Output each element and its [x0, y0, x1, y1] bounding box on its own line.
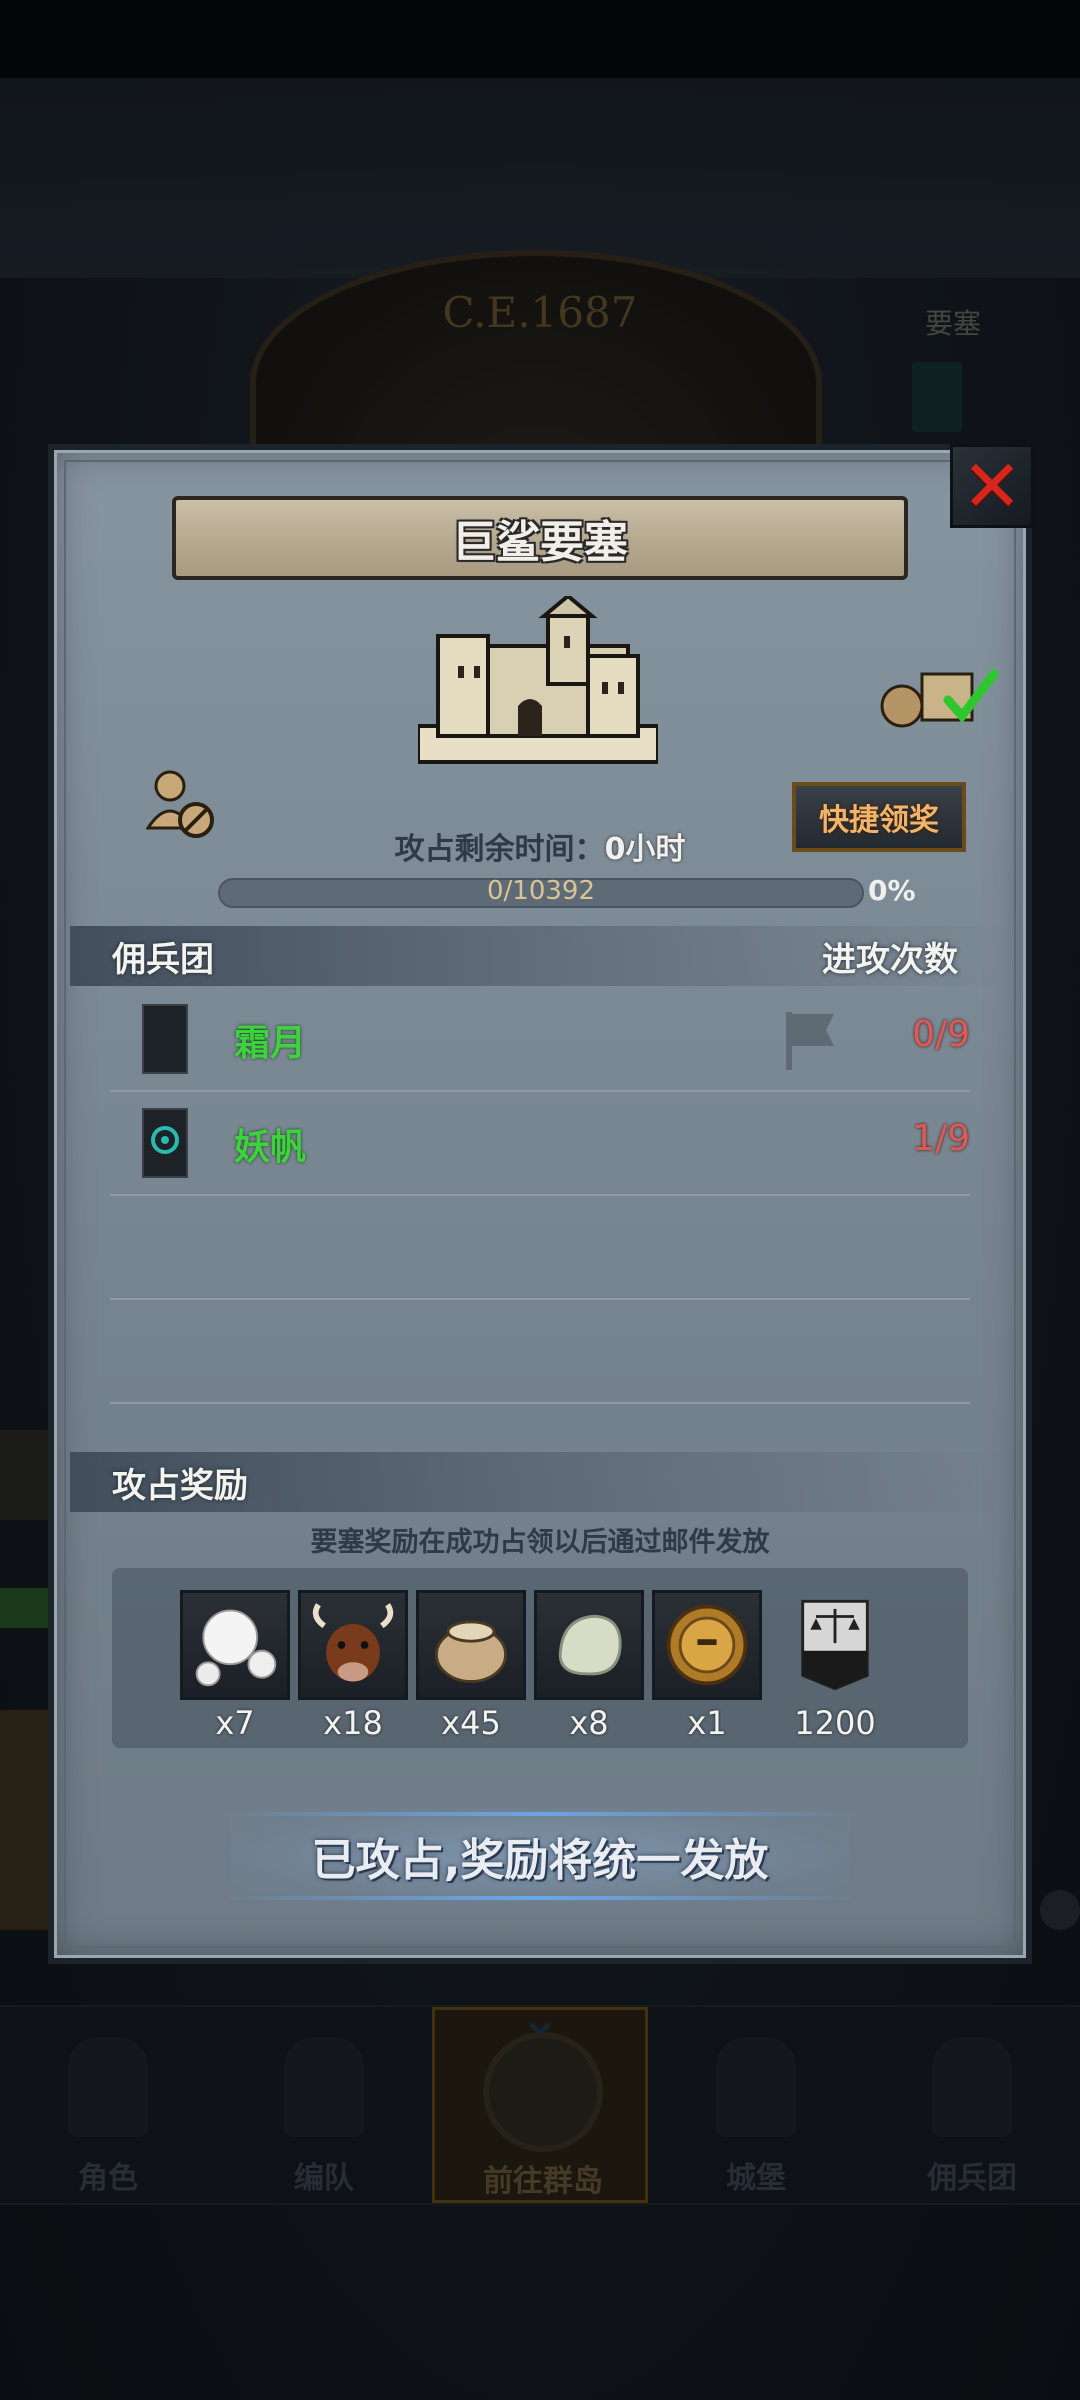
reward-qty: 1200: [794, 1704, 876, 1742]
reward-item[interactable]: x8: [534, 1590, 644, 1742]
rewards-note: 要塞奖励在成功占领以后通过邮件发放: [310, 1527, 770, 1558]
close-button[interactable]: ✕: [950, 444, 1034, 528]
banner-bottom-glow: [220, 1896, 860, 1900]
reward-item[interactable]: 1200: [780, 1590, 890, 1742]
reward-qty: x45: [441, 1704, 501, 1742]
crescent-moon-banner-icon: [142, 1004, 188, 1074]
title-plate: 巨鲨要塞: [172, 496, 908, 580]
progress-percent: 0%: [868, 874, 916, 907]
dialog-title: 巨鲨要塞: [452, 517, 628, 568]
mercenary-section-label: 佣兵团: [112, 940, 214, 980]
empty-mercenary-row: [110, 1298, 970, 1404]
flag-icon: [786, 1012, 834, 1070]
reward-item[interactable]: x18: [298, 1590, 408, 1742]
attack-count: 0/9: [912, 1014, 970, 1055]
mercenary-name: 霜月: [234, 1023, 307, 1064]
progress-text: 0/10392: [486, 876, 595, 906]
no-occupant-icon: [146, 770, 214, 838]
reward-qty: x1: [687, 1704, 727, 1742]
capture-time-remaining: 攻占剩余时间：0小时: [300, 824, 780, 868]
grain-sack-icon: [416, 1590, 526, 1700]
attack-count-header: 进攻次数: [822, 940, 958, 980]
pearl-icon: [180, 1590, 290, 1700]
ox-icon: [298, 1590, 408, 1700]
reward-qty: x18: [323, 1704, 383, 1742]
reward-qty: x7: [215, 1704, 255, 1742]
mercenary-row[interactable]: 霜月 0/9: [110, 986, 970, 1092]
quick-claim-button[interactable]: 快捷领奖: [792, 782, 966, 852]
quick-claim-label: 快捷领奖: [819, 803, 939, 838]
castle-icon: [418, 596, 658, 764]
empty-mercenary-row: [110, 1194, 970, 1300]
captured-status-banner: 已攻占,奖励将统一发放: [230, 1808, 850, 1904]
justice-scale-banner-icon: [780, 1590, 890, 1700]
captured-message: 已攻占,奖励将统一发放: [311, 1835, 769, 1886]
jade-stone-icon: [534, 1590, 644, 1700]
mercenary-name: 妖帆: [234, 1127, 307, 1168]
reward-item[interactable]: x1: [652, 1590, 762, 1742]
reward-bag-icon[interactable]: [878, 660, 998, 730]
close-icon: ✕: [961, 444, 1023, 528]
golden-helmet-icon: [652, 1590, 762, 1700]
attack-count: 1/9: [912, 1118, 970, 1159]
reward-item[interactable]: x7: [180, 1590, 290, 1742]
mercenary-row[interactable]: 妖帆 1/9: [110, 1090, 970, 1196]
reward-item[interactable]: x45: [416, 1590, 526, 1742]
rewards-section-label: 攻占奖励: [112, 1466, 248, 1506]
teal-eye-banner-icon: [142, 1108, 188, 1178]
reward-qty: x8: [569, 1704, 609, 1742]
time-value: 0小时: [604, 832, 686, 867]
time-label-text: 攻占剩余时间：: [394, 832, 605, 867]
